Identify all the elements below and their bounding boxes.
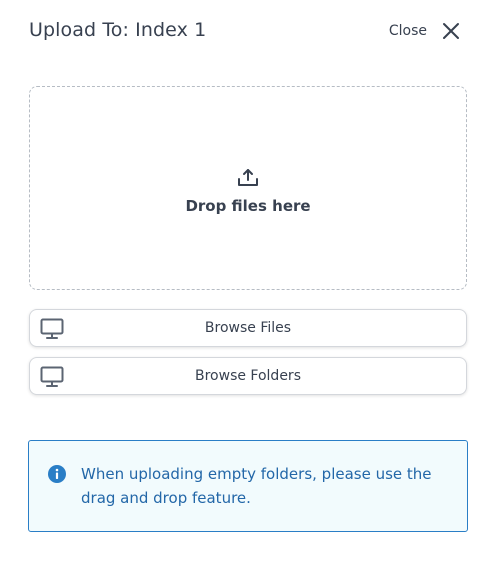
upload-icon <box>238 168 258 186</box>
close-label: Close <box>388 23 427 39</box>
drop-zone[interactable]: Drop files here <box>29 86 467 290</box>
info-message: When uploading empty folders, please use… <box>28 440 468 532</box>
info-icon <box>48 465 66 483</box>
browse-files-button[interactable]: Browse Files <box>29 309 467 347</box>
close-icon <box>443 23 459 39</box>
browse-files-label: Browse Files <box>204 320 292 336</box>
browse-folders-label: Browse Folders <box>195 368 301 384</box>
close-button[interactable]: Close <box>389 21 461 41</box>
drop-files-text: Drop files here <box>185 196 311 215</box>
browse-folders-button[interactable]: Browse Folders <box>29 357 467 395</box>
upload-panel: Upload To: Index 1 Close Drop files here… <box>0 0 496 562</box>
info-text: When uploading empty folders, please use… <box>81 465 432 507</box>
panel-title: Upload To: Index 1 <box>29 19 207 41</box>
